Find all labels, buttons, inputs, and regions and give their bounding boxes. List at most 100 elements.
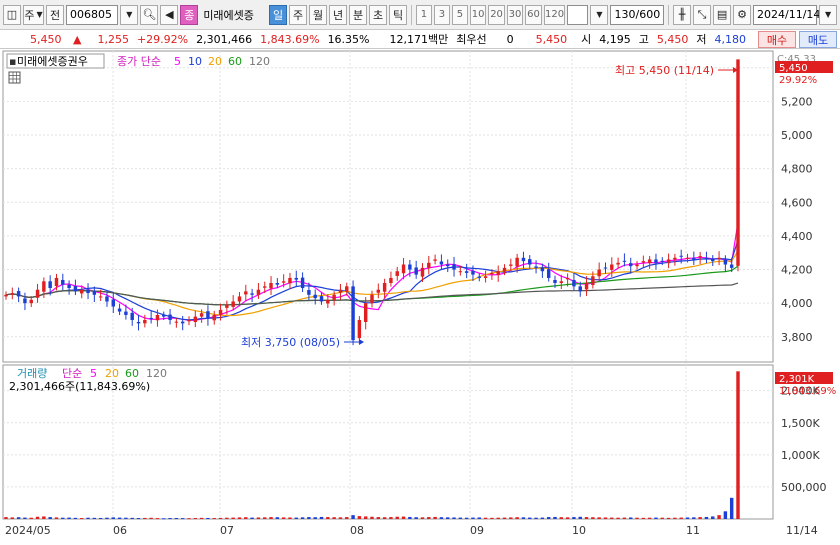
chart-svg[interactable]: 3,800 4,000 4,200 4,400 4,600 4,800 5,000 5,200… <box>0 50 840 542</box>
volume-bar <box>471 517 475 519</box>
volume-bar <box>509 517 513 519</box>
price-tick-label: 4,600 <box>781 196 813 209</box>
tab-minute[interactable]: 분 <box>349 4 368 25</box>
candle-body <box>155 314 160 321</box>
volume-bar <box>559 517 564 519</box>
buy-button[interactable]: 매수 <box>758 31 796 48</box>
table-icon[interactable] <box>8 71 21 84</box>
ma-120-label: 120 <box>249 55 270 68</box>
volume-bar <box>16 517 21 519</box>
candle-body <box>692 257 696 260</box>
volume-ma-20-label: 20 <box>105 367 119 380</box>
candle-body <box>572 279 576 287</box>
volume-bar <box>458 517 463 519</box>
volume-bar <box>319 516 324 519</box>
tab-month[interactable]: 월 <box>309 4 328 25</box>
candle-body <box>294 277 298 280</box>
volume-ma-120-label: 120 <box>146 367 167 380</box>
tab-second[interactable]: 초 <box>369 4 388 25</box>
tab-year[interactable]: 년 <box>329 4 348 25</box>
price-tick-label: 5,000 <box>781 129 813 142</box>
volume-bar <box>464 517 469 519</box>
volume-tick-label: 500,000 <box>781 481 827 494</box>
interval-5[interactable]: 5 <box>451 4 468 25</box>
sound-button[interactable]: ◀ <box>160 4 179 25</box>
price-tick-label: 5,200 <box>781 95 813 108</box>
x-label-07: 07 <box>220 524 234 537</box>
code-input[interactable]: 006805 <box>66 4 119 25</box>
volume-pct-tag: 11843.69% <box>779 386 836 397</box>
code-dropdown-button[interactable]: ▼ <box>120 4 139 25</box>
interval-20[interactable]: 20 <box>488 4 505 25</box>
volume-bar <box>92 517 97 519</box>
interval-30[interactable]: 30 <box>506 4 524 25</box>
volume-bar <box>48 517 52 519</box>
print-button[interactable]: ▤ <box>713 4 732 25</box>
sell-button[interactable]: 매도 <box>799 31 837 48</box>
candle-body <box>427 262 431 268</box>
interval-60[interactable]: 60 <box>525 4 542 25</box>
draw-tool-button[interactable]: ⤡ <box>693 4 712 25</box>
candle-body <box>546 269 551 278</box>
jong-badge[interactable]: 종 <box>180 4 199 25</box>
count-input[interactable]: 130/600 <box>610 4 665 25</box>
volume-bar <box>244 517 248 519</box>
volume-bar <box>206 517 210 519</box>
market-select[interactable]: 주 ▼ <box>23 4 44 25</box>
candle-body <box>654 259 658 263</box>
interval-custom-input[interactable] <box>567 4 589 25</box>
volume-bar <box>168 518 172 520</box>
ma-dot-icon: ▪ <box>9 55 16 68</box>
volume-bar <box>86 517 90 519</box>
candle-body <box>502 267 507 272</box>
price-tick-label: 4,400 <box>781 230 813 243</box>
candle-body <box>105 296 109 302</box>
interval-dropdown-button[interactable]: ▼ <box>590 4 609 25</box>
interval-120[interactable]: 120 <box>543 4 566 25</box>
volume-bar <box>67 517 71 519</box>
candle-body <box>679 255 683 257</box>
best-price: 5,450 <box>535 32 568 46</box>
prev-button[interactable]: 전 <box>46 4 64 25</box>
ma-60-label: 60 <box>228 55 242 68</box>
volume-bar <box>439 517 444 519</box>
chart-type-icon[interactable]: ◫ <box>3 4 21 25</box>
date-input[interactable]: 2024/11/14 <box>753 4 820 25</box>
open-value: 4,195 <box>599 32 631 46</box>
tab-day[interactable]: 일 <box>269 4 288 25</box>
volume-bar <box>218 517 223 519</box>
volume-tick-label: 1,500K <box>781 417 820 430</box>
volume-bar <box>313 517 317 519</box>
chart-area[interactable]: 3,800 4,000 4,200 4,400 4,600 4,800 5,000 5,200… <box>0 50 840 542</box>
tab-tick[interactable]: 틱 <box>389 4 408 25</box>
best-label: 최우선 <box>456 33 487 46</box>
interval-10[interactable]: 10 <box>469 4 487 25</box>
current-price-value: 5,450 <box>30 32 62 46</box>
candle-body <box>629 263 633 267</box>
search-button[interactable]: 🔍︎ <box>140 4 159 25</box>
volume-bar <box>162 518 166 520</box>
volume-bar <box>155 518 160 520</box>
candle-body <box>237 296 242 302</box>
volume-title: 거래량 <box>17 367 47 380</box>
volume-bar <box>98 517 103 519</box>
candle-body <box>275 282 280 285</box>
volume-bar <box>105 517 109 519</box>
candle-body <box>136 321 141 324</box>
volume-bar <box>622 517 627 519</box>
candle-type-button[interactable]: ╫ <box>673 4 692 25</box>
candle-body <box>389 277 393 283</box>
volume-bar <box>553 516 557 519</box>
candle-body <box>80 289 84 294</box>
volume-bar <box>490 517 494 519</box>
price-panel-name: 미래에셋증권우 <box>17 55 88 68</box>
interval-1[interactable]: 1 <box>415 4 432 25</box>
settings-button[interactable]: ⚙ <box>733 4 752 25</box>
interval-3[interactable]: 3 <box>433 4 450 25</box>
x-label-06: 06 <box>113 524 127 537</box>
candle-body <box>685 257 690 259</box>
tab-week[interactable]: 주 <box>289 4 308 25</box>
calendar-button[interactable]: ▼ <box>819 4 838 25</box>
candle-body <box>736 59 740 266</box>
candle-body <box>622 260 627 262</box>
